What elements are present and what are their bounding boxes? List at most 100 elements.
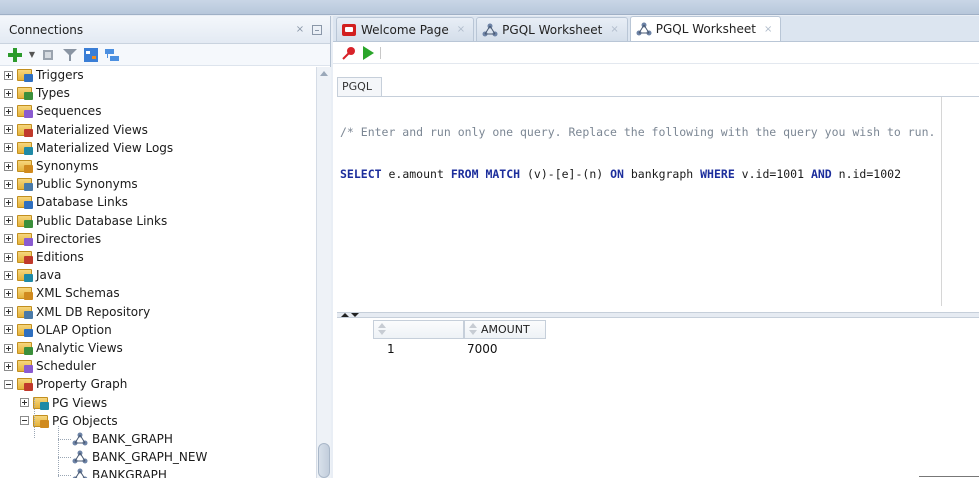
- expand-icon[interactable]: [4, 106, 13, 116]
- expand-icon[interactable]: [4, 307, 13, 317]
- folder-icon: [17, 342, 33, 355]
- tree-item[interactable]: Property Graph: [4, 375, 127, 393]
- tab-pgql[interactable]: PGQL: [337, 77, 382, 96]
- collapse-down-icon[interactable]: [351, 313, 359, 317]
- expand-icon[interactable]: [4, 197, 13, 207]
- folder-icon: [17, 160, 33, 173]
- folder-icon: [17, 69, 33, 82]
- query-editor[interactable]: /* Enter and run only one query. Replace…: [337, 96, 979, 306]
- pin-icon[interactable]: [341, 45, 357, 61]
- tree-item[interactable]: OLAP Option: [4, 321, 112, 339]
- tree-item[interactable]: Sequences: [4, 102, 101, 120]
- query-text: e.: [381, 167, 403, 181]
- tree-item-label: Property Graph: [36, 377, 128, 392]
- expand-icon[interactable]: [4, 325, 13, 335]
- tree-item[interactable]: Types: [4, 84, 70, 102]
- comment-line: /* Enter and run only one query. Replace…: [340, 125, 936, 139]
- tab-pgql-worksheet-1[interactable]: PGQL Worksheet ×: [476, 17, 628, 41]
- tree-item[interactable]: Materialized Views: [4, 121, 148, 139]
- tab-pgql-worksheet-2[interactable]: PGQL Worksheet ×: [629, 16, 782, 41]
- expand-icon[interactable]: [4, 143, 13, 153]
- tree-item[interactable]: Java: [4, 266, 61, 284]
- expand-icon[interactable]: [4, 70, 13, 80]
- expand-icon[interactable]: [4, 288, 13, 298]
- expand-icon[interactable]: [4, 179, 13, 189]
- tree-item[interactable]: Directories: [4, 230, 101, 248]
- welcome-page-icon: [342, 23, 356, 36]
- query-keyword: AND: [810, 167, 832, 181]
- expand-icon[interactable]: [20, 398, 29, 408]
- tree-item[interactable]: BANK_GRAPH_NEW: [72, 448, 207, 466]
- column-header-amount[interactable]: AMOUNT: [464, 320, 546, 339]
- collapse-icon[interactable]: [20, 416, 29, 426]
- run-icon[interactable]: [363, 45, 374, 60]
- schema-browser-icon[interactable]: [83, 47, 99, 63]
- refresh-icon[interactable]: [41, 47, 57, 63]
- add-connection-icon[interactable]: [7, 47, 23, 63]
- tree-item[interactable]: BANKGRAPH: [72, 466, 167, 478]
- folder-icon: [17, 141, 33, 155]
- schema-tree-icon[interactable]: [104, 47, 120, 63]
- expand-icon[interactable]: [4, 88, 13, 98]
- expand-icon[interactable]: [4, 125, 13, 135]
- row-number-cell[interactable]: 1: [382, 340, 464, 360]
- folder-icon: [17, 232, 33, 246]
- collapse-up-icon[interactable]: [341, 313, 349, 317]
- close-panel-icon[interactable]: ×: [294, 24, 306, 36]
- tree-item[interactable]: XML Schemas: [4, 284, 120, 302]
- expand-icon[interactable]: [4, 270, 13, 280]
- worksheet-toolbar: [333, 42, 979, 64]
- tree-item[interactable]: Editions: [4, 248, 84, 266]
- query-keyword: ON: [610, 167, 624, 181]
- tree-item[interactable]: XML DB Repository: [4, 303, 150, 321]
- expand-icon[interactable]: [4, 234, 13, 244]
- chevron-down-icon[interactable]: ▼: [28, 47, 36, 63]
- top-band: [0, 0, 979, 15]
- expand-icon[interactable]: [4, 361, 13, 371]
- tree-item[interactable]: Public Synonyms: [4, 175, 138, 193]
- tree-item-label: XML DB Repository: [36, 304, 151, 319]
- column-header-rownum[interactable]: [373, 320, 464, 339]
- editor-tab-bar: Welcome Page × PGQL Worksheet × PGQL Wor…: [333, 16, 979, 42]
- tree-item[interactable]: Scheduler: [4, 357, 96, 375]
- status-divider: [919, 476, 979, 477]
- collapse-icon[interactable]: [4, 379, 13, 389]
- close-tab-icon[interactable]: ×: [764, 24, 772, 35]
- tree-item-label: Materialized View Logs: [36, 140, 174, 155]
- tree-item[interactable]: Analytic Views: [4, 339, 123, 357]
- query-keyword: MATCH: [485, 167, 521, 181]
- amount-cell[interactable]: 7000: [462, 340, 546, 360]
- folder-icon: [17, 323, 33, 337]
- tree-item-label: PG Objects: [52, 413, 118, 428]
- minimize-panel-icon[interactable]: [312, 24, 322, 35]
- folder-icon: [33, 414, 49, 428]
- tree-item-label: Scheduler: [36, 359, 97, 374]
- expand-icon[interactable]: [4, 343, 13, 353]
- tree-connector: [34, 397, 35, 438]
- folder-icon: [17, 378, 33, 392]
- expand-icon[interactable]: [4, 252, 13, 262]
- tab-label: PGQL Worksheet: [502, 22, 603, 37]
- tree-item[interactable]: BANK_GRAPH: [72, 430, 173, 448]
- tab-welcome-page[interactable]: Welcome Page ×: [336, 17, 475, 41]
- close-tab-icon[interactable]: ×: [610, 24, 618, 35]
- scroll-thumb[interactable]: [318, 443, 330, 478]
- tree-item[interactable]: Public Database Links: [4, 212, 167, 230]
- close-tab-icon[interactable]: ×: [457, 24, 465, 35]
- tree-item-label: Database Links: [36, 195, 128, 210]
- filter-icon[interactable]: [62, 47, 78, 63]
- tree-item[interactable]: Materialized View Logs: [4, 139, 173, 157]
- query-text: n.id: [831, 167, 867, 181]
- query-keyword: SELECT: [340, 167, 382, 181]
- expand-icon[interactable]: [4, 161, 13, 171]
- tree-item[interactable]: Database Links: [4, 193, 128, 211]
- scroll-up-arrow-icon[interactable]: [320, 71, 328, 76]
- folder-icon: [17, 214, 33, 228]
- tree-item[interactable]: Triggers: [4, 67, 84, 84]
- tree-item-label: Public Synonyms: [36, 177, 138, 192]
- tree-item[interactable]: Synonyms: [4, 157, 98, 175]
- tree-item-label: Types: [36, 86, 70, 101]
- tree-item-label: Editions: [36, 250, 84, 264]
- tree-scrollbar[interactable]: [316, 67, 331, 478]
- expand-icon[interactable]: [4, 216, 13, 226]
